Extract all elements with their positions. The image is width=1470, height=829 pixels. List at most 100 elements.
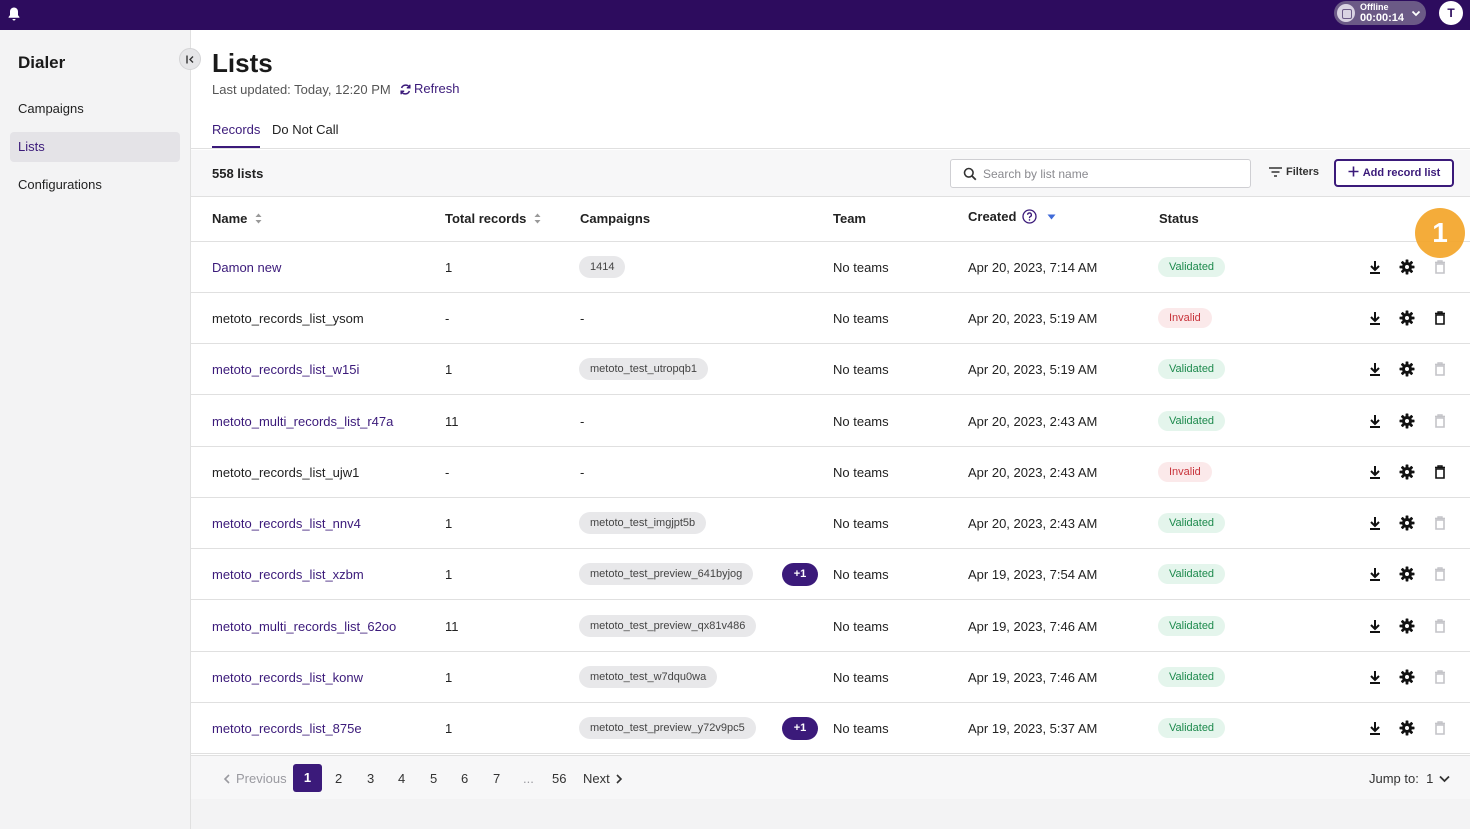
campaign-chip: 1414 xyxy=(579,256,626,278)
download-icon[interactable] xyxy=(1366,565,1384,583)
chevron-down-icon xyxy=(1439,775,1450,783)
table-row[interactable]: metoto_records_list_w15i 1 metoto_test_utr… xyxy=(191,344,1470,395)
gear-icon[interactable] xyxy=(1398,617,1416,635)
page-button[interactable]: 2 xyxy=(335,771,342,786)
bell-icon[interactable] xyxy=(7,6,21,22)
callout-marker: 1 xyxy=(1415,208,1465,258)
gear-icon[interactable] xyxy=(1398,360,1416,378)
list-name-link[interactable]: metoto_records_list_w15i xyxy=(212,362,359,377)
agent-status-selector[interactable]: Offline 00:00:14 xyxy=(1334,1,1426,25)
tab-do-not-call[interactable]: Do Not Call xyxy=(272,122,338,148)
table-row[interactable]: Damon new 1 1414 No teams Apr 20, 2023, 7:14… xyxy=(191,242,1470,293)
gear-icon[interactable] xyxy=(1398,514,1416,532)
created-date: Apr 20, 2023, 5:19 AM xyxy=(968,311,1098,326)
table-row[interactable]: metoto_records_list_xzbm 1 metoto_test_pre… xyxy=(191,549,1470,600)
add-record-list-button[interactable]: Add record list xyxy=(1334,159,1454,187)
trash-icon[interactable] xyxy=(1431,412,1449,430)
previous-page-button[interactable]: Previous xyxy=(223,771,287,786)
total-records: - xyxy=(445,465,450,480)
table-row[interactable]: metoto_records_list_875e 1 metoto_test_pre… xyxy=(191,703,1470,754)
trash-icon[interactable] xyxy=(1431,309,1449,327)
sort-descending-icon[interactable] xyxy=(1047,214,1056,220)
trash-icon[interactable] xyxy=(1431,360,1449,378)
table-row[interactable]: metoto_multi_records_list_62oo 11 metoto_t… xyxy=(191,601,1470,652)
status-timer: 00:00:14 xyxy=(1360,12,1405,24)
list-name-link[interactable]: metoto_records_list_875e xyxy=(212,721,362,736)
created-date: Apr 19, 2023, 7:46 AM xyxy=(968,670,1098,685)
download-icon[interactable] xyxy=(1366,258,1384,276)
list-name-link[interactable]: metoto_records_list_nnv4 xyxy=(212,516,361,531)
refresh-label: Refresh xyxy=(414,81,460,96)
list-name-link[interactable]: metoto_multi_records_list_62oo xyxy=(212,619,396,634)
gear-icon[interactable] xyxy=(1398,668,1416,686)
next-page-button[interactable]: Next xyxy=(583,771,623,786)
sidebar-item-configurations[interactable]: Configurations xyxy=(10,170,180,200)
created-date: Apr 19, 2023, 7:54 AM xyxy=(968,567,1098,582)
sidebar-item-campaigns[interactable]: Campaigns xyxy=(10,94,180,124)
table-row[interactable]: metoto_records_list_nnv4 1 metoto_test_img… xyxy=(191,498,1470,549)
gear-icon[interactable] xyxy=(1398,565,1416,583)
column-header-team: Team xyxy=(833,211,866,226)
trash-icon[interactable] xyxy=(1431,668,1449,686)
campaign-chip: metoto_test_utropqb1 xyxy=(579,358,709,380)
trash-icon[interactable] xyxy=(1431,719,1449,737)
download-icon[interactable] xyxy=(1366,309,1384,327)
download-icon[interactable] xyxy=(1366,463,1384,481)
column-header-status: Status xyxy=(1159,211,1199,226)
total-records: 1 xyxy=(445,260,453,275)
download-icon[interactable] xyxy=(1366,617,1384,635)
page-button[interactable]: 4 xyxy=(398,771,405,786)
table-header: Name Total records Campaigns Team Create… xyxy=(191,197,1470,242)
campaign-empty: - xyxy=(580,311,585,326)
team: No teams xyxy=(833,414,889,429)
trash-icon[interactable] xyxy=(1431,463,1449,481)
download-icon[interactable] xyxy=(1366,412,1384,430)
tab-records[interactable]: Records xyxy=(212,122,261,148)
list-name: metoto_records_list_ysom xyxy=(212,311,364,326)
list-name-link[interactable]: metoto_records_list_xzbm xyxy=(212,567,364,582)
table-row[interactable]: metoto_records_list_ujw1 - - No teams Apr 20… xyxy=(191,447,1470,498)
page-button-last[interactable]: 56 xyxy=(552,771,566,786)
sidebar-item-lists[interactable]: Lists xyxy=(10,132,180,162)
page-button-current[interactable]: 1 xyxy=(293,764,322,792)
refresh-button[interactable]: Refresh xyxy=(399,81,460,96)
download-icon[interactable] xyxy=(1366,360,1384,378)
column-header-total-records[interactable]: Total records xyxy=(445,211,541,226)
gear-icon[interactable] xyxy=(1398,258,1416,276)
total-records: 1 xyxy=(445,670,453,685)
gear-icon[interactable] xyxy=(1398,719,1416,737)
filters-button[interactable]: Filters xyxy=(1269,166,1319,178)
next-label: Next xyxy=(583,771,610,786)
download-icon[interactable] xyxy=(1366,514,1384,532)
search-input[interactable] xyxy=(983,164,1243,184)
more-campaigns-badge[interactable]: +1 xyxy=(782,717,818,740)
created-date: Apr 19, 2023, 5:37 AM xyxy=(968,721,1098,736)
page-button[interactable]: 7 xyxy=(493,771,500,786)
help-circle-icon[interactable] xyxy=(1022,209,1038,224)
trash-icon[interactable] xyxy=(1431,565,1449,583)
page-button[interactable]: 5 xyxy=(430,771,437,786)
column-header-created[interactable]: Created xyxy=(968,209,1056,224)
table-row[interactable]: metoto_records_list_konw 1 metoto_test_w7d… xyxy=(191,652,1470,703)
gear-icon[interactable] xyxy=(1398,309,1416,327)
list-name-link[interactable]: Damon new xyxy=(212,260,281,275)
download-icon[interactable] xyxy=(1366,719,1384,737)
more-campaigns-badge[interactable]: +1 xyxy=(782,563,818,586)
gear-icon[interactable] xyxy=(1398,463,1416,481)
trash-icon[interactable] xyxy=(1431,514,1449,532)
collapse-sidebar-button[interactable] xyxy=(179,48,201,70)
list-name-link[interactable]: metoto_records_list_konw xyxy=(212,670,363,685)
table-row[interactable]: metoto_multi_records_list_r47a 11 - No team… xyxy=(191,396,1470,447)
gear-icon[interactable] xyxy=(1398,412,1416,430)
jump-to-page[interactable]: Jump to: 1 xyxy=(1369,771,1450,786)
page-button[interactable]: 3 xyxy=(367,771,374,786)
list-name-link[interactable]: metoto_multi_records_list_r47a xyxy=(212,414,393,429)
table-row[interactable]: metoto_records_list_ysom - - No teams Apr 20… xyxy=(191,293,1470,344)
column-header-name[interactable]: Name xyxy=(212,211,262,226)
trash-icon[interactable] xyxy=(1431,617,1449,635)
page-button[interactable]: 6 xyxy=(461,771,468,786)
download-icon[interactable] xyxy=(1366,668,1384,686)
trash-icon[interactable] xyxy=(1431,258,1449,276)
avatar[interactable]: T xyxy=(1439,1,1463,25)
filter-icon xyxy=(1269,167,1282,177)
